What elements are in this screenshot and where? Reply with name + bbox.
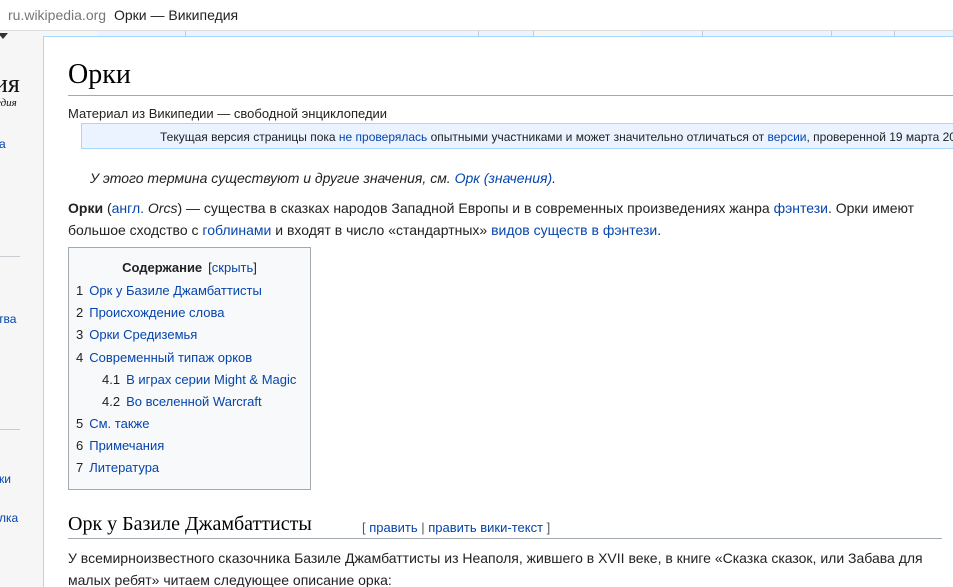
lang-link[interactable]: англ. (112, 200, 144, 216)
toc-number: 6 (76, 438, 84, 453)
title-divider (68, 95, 953, 96)
section-edit-links: [ править | править вики-текст ] (362, 520, 550, 535)
toc-item[interactable]: 5 См. также (76, 416, 149, 431)
notice-text: , проверенной 19 марта 2016 (806, 130, 953, 144)
toc-number: 4.1 (102, 372, 121, 387)
toc-link[interactable]: Во вселенной Warcraft (126, 394, 261, 409)
sidebar-divider (0, 256, 20, 257)
hatnote: У этого термина существуют и другие знач… (90, 170, 556, 186)
sidebar: ия едия а тва ки лка (0, 31, 43, 586)
section-divider (68, 538, 942, 539)
sidebar-divider (0, 429, 20, 430)
chevron-down-icon[interactable] (0, 33, 8, 39)
toc-hide-link[interactable]: скрыть (212, 260, 254, 275)
toc-item[interactable]: 4 Современный типаж орков (76, 350, 252, 365)
edit-link[interactable]: править (369, 520, 417, 535)
hatnote-text: У этого термина существуют и другие знач… (90, 170, 455, 186)
url-domain[interactable]: ru.wikipedia.org (8, 0, 106, 30)
flagged-revision-notice: Текущая версия страницы пока не проверял… (81, 123, 953, 149)
toc-link[interactable]: Современный типаж орков (89, 350, 252, 365)
sidebar-link-3[interactable]: ки (0, 472, 11, 486)
toc-number: 2 (76, 305, 84, 320)
toc-number: 1 (76, 283, 84, 298)
section-heading: Орк у Базиле Джамбаттисты (68, 513, 312, 535)
intro-paragraph: Орки (англ. Orcs) — существа в сказках н… (68, 197, 948, 241)
toc-link[interactable]: Орки Средиземья (89, 327, 197, 342)
table-of-contents: Содержание [скрыть] 1 Орк у Базиле Джамбат… (68, 247, 311, 490)
intro-text: . (657, 222, 662, 238)
disambiguation-link[interactable]: Орк (значения) (455, 170, 553, 186)
toc-item[interactable]: 4.1 В играх серии Might & Magic (102, 372, 296, 387)
wiki-logo-subtitle: едия (0, 97, 17, 109)
notice-text: опытными участниками и может значительно… (427, 130, 768, 144)
toc-item[interactable]: 3 Орки Средиземья (76, 327, 197, 342)
bold-term: Орки (68, 200, 104, 216)
toc-number: 4 (76, 350, 84, 365)
fantasy-species-link[interactable]: видов существ в фэнтези (491, 222, 657, 238)
edit-separator: | (417, 520, 429, 535)
toc-bracket: ] (253, 260, 257, 275)
toc-number: 5 (76, 416, 84, 431)
toc-item[interactable]: 6 Примечания (76, 438, 164, 453)
intro-text: и входят в число «стандартных» (271, 222, 492, 238)
hatnote-end: . (552, 170, 557, 186)
wiki-logo-text[interactable]: ия (0, 69, 20, 99)
toc-header: Содержание [скрыть] (69, 260, 310, 275)
toc-link[interactable]: Примечания (89, 438, 164, 453)
edit-bracket: ] (543, 520, 551, 535)
intro-text: ( (103, 200, 112, 216)
section-paragraph: У всемирноизвестного сказочника Базиле Д… (68, 550, 923, 587)
toc-item[interactable]: 2 Происхождение слова (76, 305, 224, 320)
page-title: Орки (68, 59, 131, 90)
toc-item[interactable]: 7 Литература (76, 460, 159, 475)
article-content: Орки Материал из Википедии — свободной э… (43, 36, 953, 587)
orcs-term: Orcs (144, 200, 178, 216)
toc-number: 7 (76, 460, 84, 475)
toc-link[interactable]: См. также (89, 416, 149, 431)
page-tab-title: Орки — Википедия (114, 7, 239, 23)
toc-link[interactable]: В играх серии Might & Magic (126, 372, 296, 387)
toc-number: 3 (76, 327, 84, 342)
not-checked-link[interactable]: не проверялась (339, 130, 427, 144)
toc-item[interactable]: 4.2 Во вселенной Warcraft (102, 394, 262, 409)
toc-link[interactable]: Происхождение слова (89, 305, 224, 320)
fantasy-link[interactable]: фэнтези (774, 200, 828, 216)
sidebar-link-4[interactable]: лка (0, 511, 18, 525)
toc-title: Содержание (122, 260, 203, 275)
browser-title-bar: ru.wikipedia.org Орки — Википедия (0, 0, 953, 31)
toc-item[interactable]: 1 Орк у Базиле Джамбаттисты (76, 283, 262, 298)
notice-text: Текущая версия страницы пока (160, 130, 339, 144)
goblins-link[interactable]: гоблинами (202, 222, 271, 238)
toc-link[interactable]: Орк у Базиле Джамбаттисты (89, 283, 262, 298)
sidebar-link-1[interactable]: а (0, 137, 6, 151)
site-tagline: Материал из Википедии — свободной энцикл… (68, 106, 388, 121)
edit-source-link[interactable]: править вики-текст (428, 520, 543, 535)
intro-text: ) — существа в сказках народов Западной … (177, 200, 774, 216)
toc-link[interactable]: Литература (89, 460, 159, 475)
toc-number: 4.2 (102, 394, 121, 409)
sidebar-link-2[interactable]: тва (0, 312, 16, 326)
version-link[interactable]: версии (767, 130, 806, 144)
